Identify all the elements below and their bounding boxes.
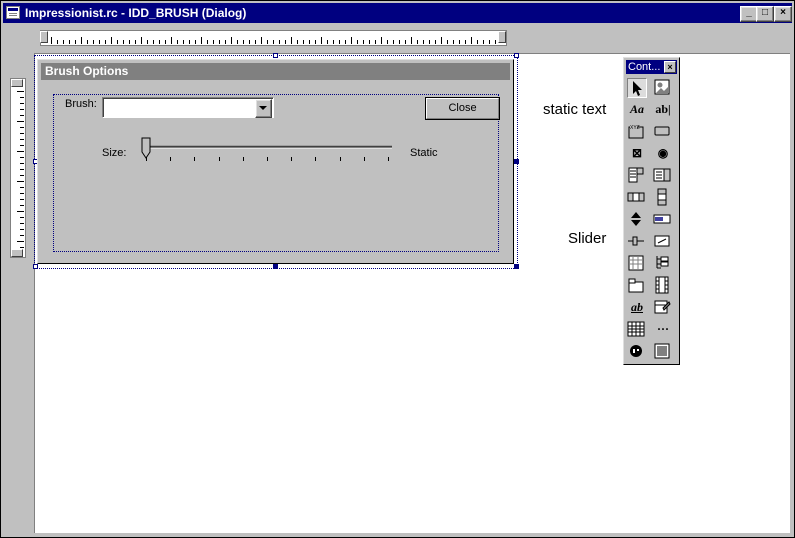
selection-handle-bottom[interactable] xyxy=(273,264,278,269)
list-control-icon[interactable] xyxy=(627,254,647,274)
slider-annotation: Slider xyxy=(568,230,607,247)
svg-text:XYZ: XYZ xyxy=(630,125,640,131)
radio-button-icon[interactable]: ◉ xyxy=(653,144,673,164)
vertical-ruler[interactable] xyxy=(10,78,26,258)
pointer-icon[interactable] xyxy=(627,78,647,98)
window-title: Impressionist.rc - IDD_BRUSH (Dialog) xyxy=(25,6,247,20)
button-icon[interactable] xyxy=(653,122,673,142)
ip-address-icon[interactable]: ··· xyxy=(653,320,673,340)
ruler-left-handle[interactable] xyxy=(40,31,48,43)
toolbox-close-button[interactable]: × xyxy=(664,61,676,73)
slider-icon[interactable] xyxy=(627,232,647,252)
static-text-annotation: static text xyxy=(543,101,607,118)
size-label: Size: xyxy=(102,147,127,159)
toolbox-title: Cont... xyxy=(628,61,661,73)
selection-handle-top[interactable] xyxy=(273,53,278,58)
list-box-icon[interactable] xyxy=(653,166,673,186)
static-label: Static xyxy=(410,147,438,159)
vruler-bottom-handle[interactable] xyxy=(11,249,23,257)
ruler-right-handle[interactable] xyxy=(498,31,506,43)
horizontal-ruler[interactable] xyxy=(40,30,507,46)
static-text-icon[interactable]: Aa xyxy=(627,100,647,120)
rich-edit-icon[interactable]: ab xyxy=(627,298,647,318)
combo-dropdown-button[interactable] xyxy=(255,99,272,118)
vruler-top-handle[interactable] xyxy=(11,79,23,87)
hot-key-icon[interactable] xyxy=(653,232,673,252)
group-box-icon[interactable]: XYZ xyxy=(627,122,647,142)
selection-handle-top-right[interactable] xyxy=(514,53,519,58)
close-button[interactable]: Close xyxy=(425,97,500,120)
animate-icon[interactable] xyxy=(653,276,673,296)
ruler-ticks xyxy=(51,37,496,44)
maximize-button[interactable]: □ xyxy=(756,6,774,22)
tree-control-icon[interactable] xyxy=(653,254,673,274)
resource-file-icon xyxy=(6,6,20,19)
month-calendar-icon[interactable] xyxy=(627,320,647,340)
progress-icon[interactable] xyxy=(653,210,673,230)
controls-toolbox[interactable]: Cont... × Aa ab| XYZ ⊠ ◉ ab ··· xyxy=(623,57,680,365)
extended-combo-icon[interactable] xyxy=(653,342,673,362)
slider-thumb xyxy=(141,137,151,159)
toolbox-title-bar[interactable]: Cont... × xyxy=(626,60,677,74)
size-slider[interactable] xyxy=(138,136,398,166)
spin-icon[interactable] xyxy=(627,210,647,230)
check-box-icon[interactable]: ⊠ xyxy=(627,144,647,164)
brush-label: Brush: xyxy=(65,98,97,110)
close-window-button[interactable]: × xyxy=(774,6,792,22)
picture-icon[interactable] xyxy=(653,78,673,98)
combo-box-icon[interactable] xyxy=(627,166,647,186)
tab-control-icon[interactable] xyxy=(627,276,647,296)
selection-handle-right[interactable] xyxy=(514,159,519,164)
vertical-ruler-ticks xyxy=(17,91,24,248)
title-bar[interactable]: Impressionist.rc - IDD_BRUSH (Dialog) _ … xyxy=(3,3,792,23)
date-time-picker-icon[interactable] xyxy=(653,298,673,318)
selection-handle-bottom-left[interactable] xyxy=(33,264,38,269)
dialog-title[interactable]: Brush Options xyxy=(41,63,510,80)
edit-box-icon[interactable]: ab| xyxy=(653,100,673,120)
vertical-scrollbar-icon[interactable] xyxy=(653,188,673,208)
horizontal-scrollbar-icon[interactable] xyxy=(627,188,647,208)
custom-control-icon[interactable] xyxy=(627,342,647,362)
brush-combo-box[interactable] xyxy=(102,97,274,118)
selection-handle-bottom-right[interactable] xyxy=(514,264,519,269)
